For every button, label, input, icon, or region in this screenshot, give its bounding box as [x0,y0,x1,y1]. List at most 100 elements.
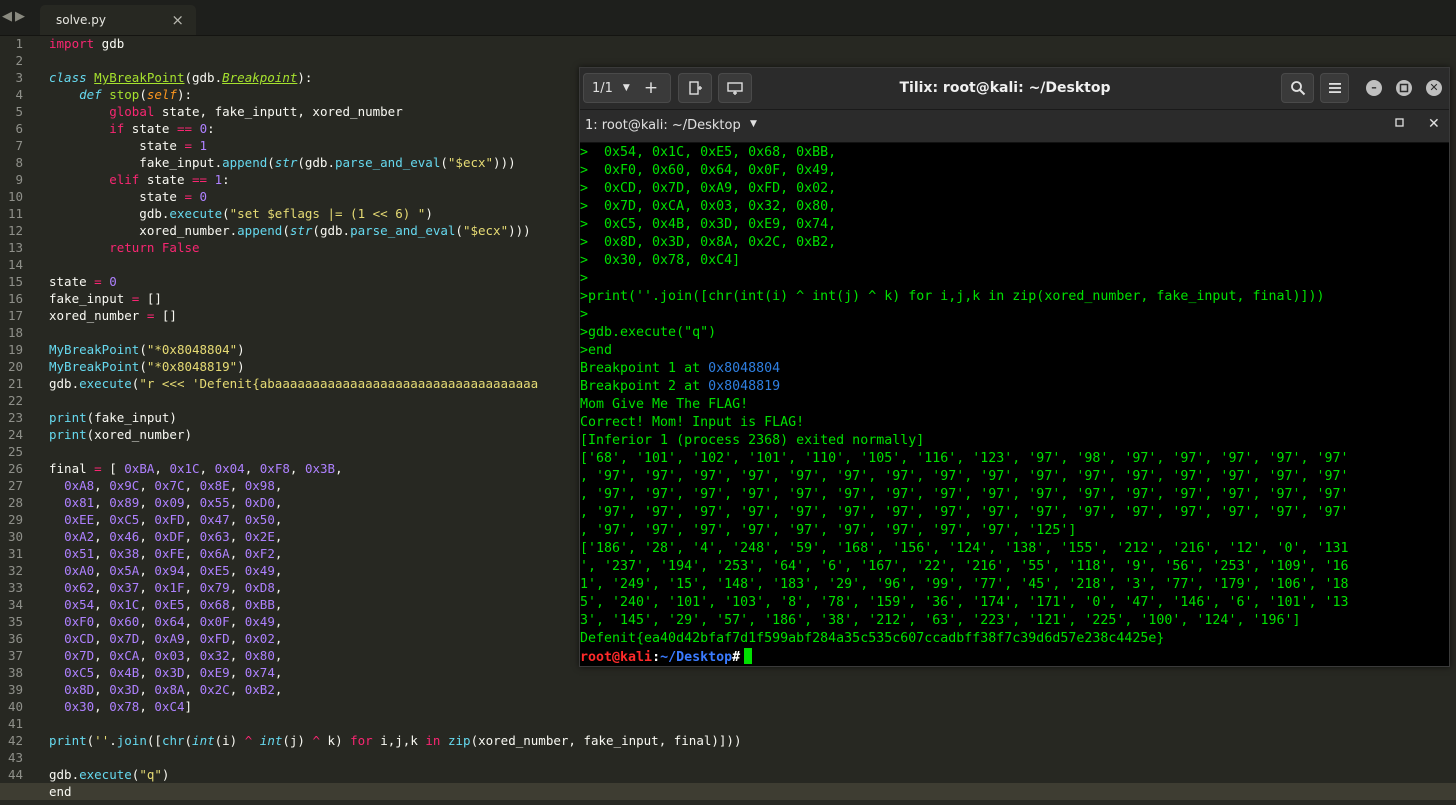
line-number: 38 [7,665,23,680]
line-number: 15 [7,274,23,289]
tab-solve-py[interactable]: solve.py × [40,5,196,35]
prompt-user: root@kali [580,650,653,664]
terminal-line: Defenit{ea40d42bfaf7d1f599abf284a35c535c… [580,631,1165,646]
close-icon[interactable]: ✕ [1426,80,1442,96]
breakpoint-address: 0x8048804 [708,361,781,376]
terminal-line: Breakpoint 1 at 0x8048804 [580,361,781,376]
forward-arrow-icon[interactable]: ▶ [15,9,25,25]
line-number: 5 [15,104,23,119]
terminal-line: > [580,307,589,322]
line-number: 11 [7,206,23,221]
line-number: 22 [7,393,23,408]
chevron-down-icon[interactable]: ▼ [750,119,757,129]
line-number: 39 [7,682,23,697]
line-number: 32 [7,563,23,578]
line-number: 25 [7,444,23,459]
prompt-symbol: # [732,650,741,664]
hamburger-menu-icon [1328,83,1341,93]
code-line[interactable]: gdb.execute("q") [49,766,1449,783]
terminal-line: >gdb.execute("q") [580,325,717,340]
line-number: 9 [15,172,23,187]
code-line[interactable]: end [0,783,1456,800]
line-number: 13 [7,240,23,255]
terminal-line: ', '237', '194', '253', '64', '6', '167'… [580,559,1349,574]
line-number: 7 [15,138,23,153]
terminal-line: > 0xCD, 0x7D, 0xA9, 0xFD, 0x02, [580,181,837,196]
session-label: 1/1 [592,80,613,96]
line-number: 8 [15,155,23,170]
code-line[interactable]: ​ [49,749,1449,766]
minimize-icon[interactable]: – [1366,80,1382,96]
terminal-line: > [580,271,589,286]
terminal-line: > 0xF0, 0x60, 0x64, 0x0F, 0x49, [580,163,837,178]
session-switcher-button[interactable]: 1/1 ▼ + [583,73,671,103]
menu-button[interactable] [1320,73,1349,103]
code-line[interactable]: import gdb [49,35,1449,52]
line-number: 29 [7,512,23,527]
line-number: 27 [7,478,23,493]
line-number: 43 [7,750,23,765]
prompt-separator: : [652,650,661,664]
line-number: 42 [7,733,23,748]
code-line[interactable]: 0x8D, 0x3D, 0x8A, 0x2C, 0xB2, [49,681,1449,698]
terminal-line: > 0x54, 0x1C, 0xE5, 0x68, 0xBB, [580,145,837,160]
line-number: 12 [7,223,23,238]
terminal-subtitle[interactable]: 1: root@kali: ~/Desktop [585,118,741,133]
terminal-line: ['68', '101', '102', '101', '110', '105'… [580,451,1349,466]
chevron-down-icon: ▼ [622,83,630,93]
code-line[interactable]: ​ [49,715,1449,732]
tab-label: solve.py [56,13,106,27]
terminal-line: > 0x30, 0x78, 0xC4] [580,253,741,268]
terminal-line: > 0x7D, 0xCA, 0x03, 0x32, 0x80, [580,199,837,214]
line-number: 2 [15,53,23,68]
line-number: 40 [7,699,23,714]
editor-tab-bar: ◀ ▶ solve.py × [0,0,1456,36]
line-number: 10 [7,189,23,204]
code-line[interactable]: 0x30, 0x78, 0xC4] [49,698,1449,715]
line-number: 34 [7,597,23,612]
terminal-line: Breakpoint 2 at 0x8048819 [580,379,781,394]
terminal-add-right-button[interactable] [678,73,712,103]
back-arrow-icon[interactable]: ◀ [2,9,12,25]
line-number: 17 [7,308,23,323]
terminal-line: 5', '240', '101', '103', '8', '78', '159… [580,595,1349,610]
terminal-add-down-icon [727,82,743,95]
search-button[interactable] [1281,73,1314,103]
line-number: 41 [7,716,23,731]
terminal-line: 1', '249', '15', '148', '183', '29', '96… [580,577,1349,592]
terminal-line: , '97', '97', '97', '97', '97', '97', '9… [580,523,1077,538]
terminal-line: Correct! Mom! Input is FLAG! [580,415,805,430]
terminal-line: , '97', '97', '97', '97', '97', '97', '9… [580,487,1349,502]
pane-close-icon[interactable]: ✕ [1428,116,1440,132]
line-number: 18 [7,325,23,340]
line-number: 30 [7,529,23,544]
add-session-icon[interactable]: + [644,78,658,98]
line-number: 37 [7,648,23,663]
line-number: 23 [7,410,23,425]
code-line[interactable]: print(''.join([chr(int(i) ^ int(j) ^ k) … [49,732,1449,749]
terminal-title: Tilix: root@kali: ~/Desktop [899,80,1111,96]
line-number: 6 [15,121,23,136]
pane-maximize-icon[interactable] [1395,118,1405,128]
terminal-add-down-button[interactable] [718,73,752,103]
line-number: 36 [7,631,23,646]
maximize-icon[interactable] [1396,80,1412,96]
search-icon [1290,81,1305,96]
terminal-line: [Inferior 1 (process 2368) exited normal… [580,433,925,448]
terminal-cursor [744,648,753,664]
terminal-line: > 0x8D, 0x3D, 0x8A, 0x2C, 0xB2, [580,235,837,250]
terminal-output[interactable]: > 0x54, 0x1C, 0xE5, 0x68, 0xBB, > 0xF0, 0… [580,144,1449,664]
prompt-path: ~/Desktop [660,650,733,664]
terminal-line: > 0xC5, 0x4B, 0x3D, 0xE9, 0x74, [580,217,837,232]
terminal-line: , '97', '97', '97', '97', '97', '97', '9… [580,505,1349,520]
line-number: 24 [7,427,23,442]
line-number: 19 [7,342,23,357]
line-number: 21 [7,376,23,391]
terminal-line: Mom Give Me The FLAG! [580,397,749,412]
terminal-prompt[interactable]: root@kali:~/Desktop# [580,648,1449,664]
line-number: 31 [7,546,23,561]
breakpoint-address: 0x8048819 [708,379,781,394]
tab-close-icon[interactable]: × [171,11,184,29]
terminal-add-right-icon [689,81,702,95]
terminal-window[interactable]: 1/1 ▼ + Tilix: root@kali: ~/Desktop – ✕ … [579,67,1450,667]
